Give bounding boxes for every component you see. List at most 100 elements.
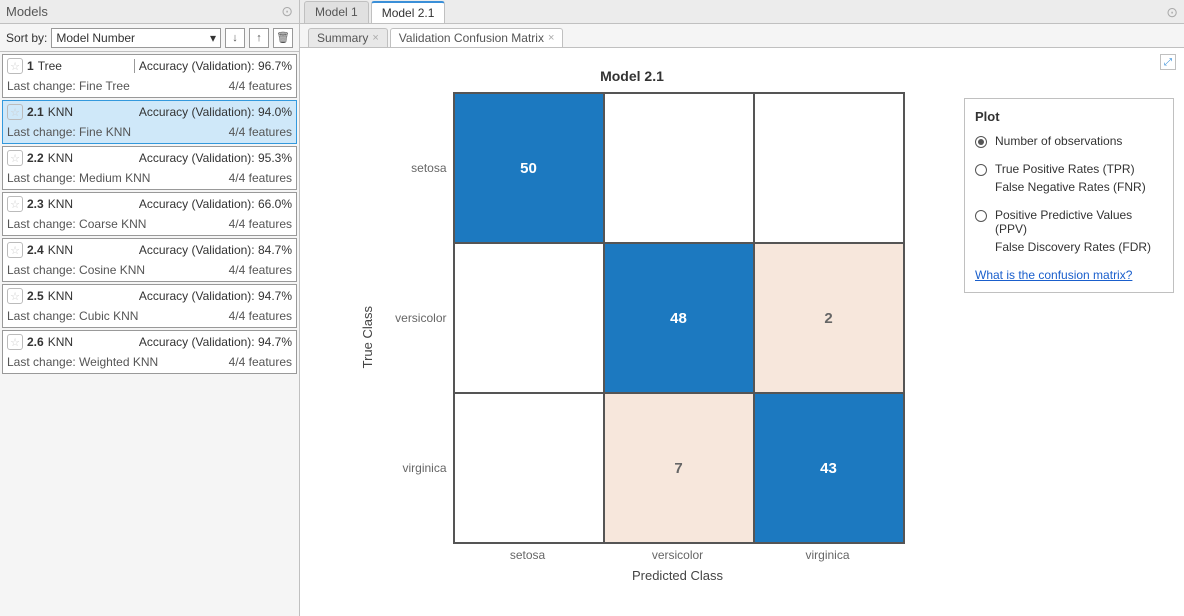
close-icon[interactable]: × (372, 32, 378, 44)
matrix-cell: 48 (604, 243, 754, 393)
model-item[interactable]: ☆ 2.5 KNN Accuracy (Validation): 94.7% L… (2, 284, 297, 328)
sub-tabbar: Summary×Validation Confusion Matrix× (300, 24, 1184, 48)
model-tab[interactable]: Model 1 (304, 1, 369, 23)
model-accuracy: Accuracy (Validation): 96.7% (134, 59, 292, 73)
model-last-change: Last change: Fine KNN (7, 125, 131, 139)
matrix-cell: 50 (454, 93, 604, 243)
model-id: 1 (27, 59, 34, 73)
model-item[interactable]: ☆ 2.1 KNN Accuracy (Validation): 94.0% L… (2, 100, 297, 144)
radio-tpr-fnr[interactable]: True Positive Rates (TPR) False Negative… (975, 162, 1163, 194)
model-accuracy: Accuracy (Validation): 94.7% (139, 335, 292, 349)
chart-zone: Model 2.1 True Class setosa versicolor v… (300, 48, 964, 616)
star-icon[interactable]: ☆ (7, 242, 23, 258)
sort-select[interactable]: Model Number ▾ (51, 28, 221, 48)
model-id: 2.2 (27, 151, 44, 165)
models-title: Models (6, 4, 48, 19)
model-item[interactable]: ☆ 2.3 KNN Accuracy (Validation): 66.0% L… (2, 192, 297, 236)
model-item[interactable]: ☆ 2.6 KNN Accuracy (Validation): 94.7% L… (2, 330, 297, 374)
model-features: 4/4 features (229, 217, 292, 231)
model-accuracy: Accuracy (Validation): 84.7% (139, 243, 292, 257)
radio-observations[interactable]: Number of observations (975, 134, 1163, 148)
model-last-change: Last change: Coarse KNN (7, 217, 146, 231)
model-features: 4/4 features (229, 355, 292, 369)
confusion-matrix-wrapper: setosa versicolor virginica 50482743 set… (383, 92, 905, 583)
model-features: 4/4 features (229, 171, 292, 185)
matrix-cell: 43 (754, 393, 904, 543)
models-header: Models ⊙ (0, 0, 299, 24)
matrix-cell: 7 (604, 393, 754, 543)
model-item[interactable]: ☆ 2.4 KNN Accuracy (Validation): 84.7% L… (2, 238, 297, 282)
model-features: 4/4 features (229, 263, 292, 277)
radio-icon (975, 136, 987, 148)
help-link[interactable]: What is the confusion matrix? (975, 268, 1163, 282)
x-axis-label: Predicted Class (453, 568, 903, 583)
sub-tab[interactable]: Validation Confusion Matrix× (390, 28, 564, 47)
chart-title: Model 2.1 (320, 68, 944, 84)
sort-asc-button[interactable]: ↑ (249, 28, 269, 48)
model-type: KNN (48, 289, 73, 303)
model-last-change: Last change: Cubic KNN (7, 309, 138, 323)
model-item[interactable]: ☆ 1 Tree Accuracy (Validation): 96.7% La… (2, 54, 297, 98)
model-features: 4/4 features (229, 79, 292, 93)
model-tabbar: Model 1Model 2.1 ⊙ (300, 0, 1184, 24)
model-type: KNN (48, 197, 73, 211)
close-icon[interactable]: ⊙ (281, 3, 293, 20)
row-label: setosa (383, 93, 453, 243)
col-label: setosa (453, 544, 603, 562)
close-icon[interactable]: × (548, 32, 554, 44)
row-label: virginica (383, 393, 453, 543)
model-features: 4/4 features (229, 309, 292, 323)
star-icon[interactable]: ☆ (7, 288, 23, 304)
model-item[interactable]: ☆ 2.2 KNN Accuracy (Validation): 95.3% L… (2, 146, 297, 190)
y-axis-label: True Class (360, 306, 375, 368)
col-label: versicolor (603, 544, 753, 562)
matrix-cell (604, 93, 754, 243)
row-label: versicolor (383, 243, 453, 393)
expand-icon[interactable]: ⤢ (1160, 54, 1176, 70)
delete-button[interactable]: 🗑 (273, 28, 293, 48)
models-panel: Models ⊙ Sort by: Model Number ▾ ↓ ↑ 🗑 ☆… (0, 0, 300, 616)
matrix-cell: 2 (754, 243, 904, 393)
model-id: 2.5 (27, 289, 44, 303)
star-icon[interactable]: ☆ (7, 196, 23, 212)
model-type: KNN (48, 105, 73, 119)
model-accuracy: Accuracy (Validation): 94.7% (139, 289, 292, 303)
model-id: 2.1 (27, 105, 44, 119)
model-type: Tree (38, 59, 62, 73)
model-type: KNN (48, 243, 73, 257)
model-accuracy: Accuracy (Validation): 95.3% (139, 151, 292, 165)
star-icon[interactable]: ☆ (7, 58, 23, 74)
model-id: 2.3 (27, 197, 44, 211)
radio-ppv-fdr[interactable]: Positive Predictive Values (PPV) False D… (975, 208, 1163, 254)
sort-bar: Sort by: Model Number ▾ ↓ ↑ 🗑 (0, 24, 299, 52)
star-icon[interactable]: ☆ (7, 150, 23, 166)
plot-options-panel: Plot Number of observations True Positiv… (964, 98, 1174, 293)
chevron-down-icon: ▾ (210, 31, 216, 45)
matrix-cell (454, 243, 604, 393)
model-last-change: Last change: Medium KNN (7, 171, 150, 185)
model-type: KNN (48, 335, 73, 349)
main-area: Model 1Model 2.1 ⊙ Summary×Validation Co… (300, 0, 1184, 616)
model-id: 2.6 (27, 335, 44, 349)
model-list: ☆ 1 Tree Accuracy (Validation): 96.7% La… (0, 52, 299, 616)
star-icon[interactable]: ☆ (7, 104, 23, 120)
radio-icon (975, 164, 987, 176)
model-type: KNN (48, 151, 73, 165)
model-tab[interactable]: Model 2.1 (371, 1, 446, 23)
star-icon[interactable]: ☆ (7, 334, 23, 350)
model-features: 4/4 features (229, 125, 292, 139)
model-last-change: Last change: Cosine KNN (7, 263, 145, 277)
content-area: ⤢ Model 2.1 True Class setosa versicolor… (300, 48, 1184, 616)
col-labels: setosa versicolor virginica (453, 544, 905, 562)
col-label: virginica (753, 544, 903, 562)
model-last-change: Last change: Weighted KNN (7, 355, 158, 369)
close-icon[interactable]: ⊙ (1166, 4, 1178, 21)
model-id: 2.4 (27, 243, 44, 257)
sub-tab[interactable]: Summary× (308, 28, 388, 47)
sort-desc-button[interactable]: ↓ (225, 28, 245, 48)
matrix-cell (454, 393, 604, 543)
sort-label: Sort by: (6, 31, 47, 45)
model-accuracy: Accuracy (Validation): 66.0% (139, 197, 292, 211)
model-accuracy: Accuracy (Validation): 94.0% (139, 105, 292, 119)
radio-icon (975, 210, 987, 222)
